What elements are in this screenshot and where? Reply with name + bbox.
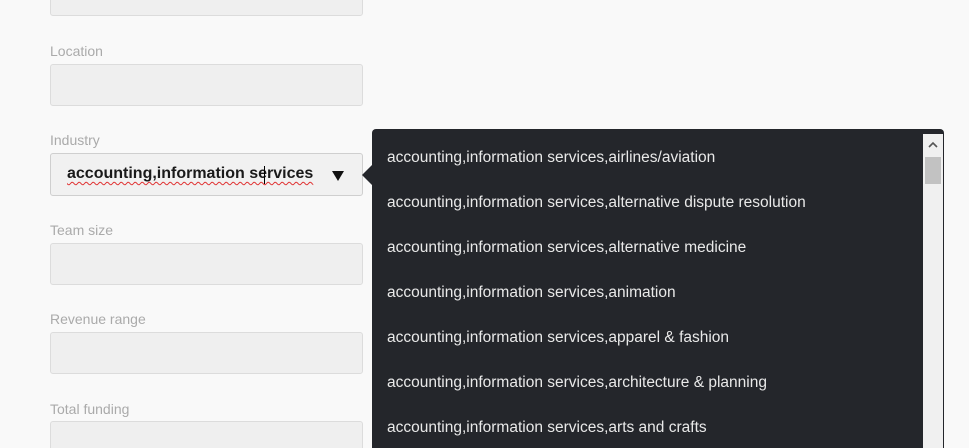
dropdown-option[interactable]: accounting,information services,apparel …	[387, 329, 729, 347]
dropdown-option[interactable]: accounting,information services,arts and…	[387, 419, 707, 437]
industry-input-value: accounting,information services	[67, 165, 314, 182]
dropdown-option[interactable]: accounting,information services,animatio…	[387, 284, 676, 302]
top-partial-input[interactable]	[50, 0, 363, 16]
total-funding-label: Total funding	[50, 401, 130, 417]
scroll-up-button[interactable]	[923, 134, 943, 156]
scroll-thumb[interactable]	[925, 157, 941, 184]
dropdown-option[interactable]: accounting,information services,airlines…	[387, 149, 715, 167]
dropdown-option[interactable]: accounting,information services,alternat…	[387, 194, 806, 212]
industry-label: Industry	[50, 132, 100, 148]
dropdown-option[interactable]: accounting,information services,alternat…	[387, 239, 746, 257]
revenue-range-input[interactable]	[50, 332, 363, 374]
team-size-input[interactable]	[50, 243, 363, 285]
dropdown-option[interactable]: accounting,information services,architec…	[387, 374, 767, 392]
total-funding-input[interactable]	[50, 421, 363, 448]
dropdown-pointer	[362, 165, 372, 185]
page: Location Industry accounting,information…	[0, 0, 969, 448]
industry-input[interactable]: accounting,information services	[50, 153, 363, 196]
dropdown-scrollbar[interactable]	[923, 134, 943, 448]
text-caret	[264, 166, 265, 184]
chevron-up-icon	[928, 141, 938, 148]
triangle-down-icon[interactable]	[332, 171, 344, 181]
industry-dropdown[interactable]: accounting,information services,airlines…	[372, 129, 944, 448]
revenue-range-label: Revenue range	[50, 311, 146, 327]
team-size-label: Team size	[50, 222, 114, 238]
location-input[interactable]	[50, 64, 363, 106]
location-label: Location	[50, 43, 103, 59]
